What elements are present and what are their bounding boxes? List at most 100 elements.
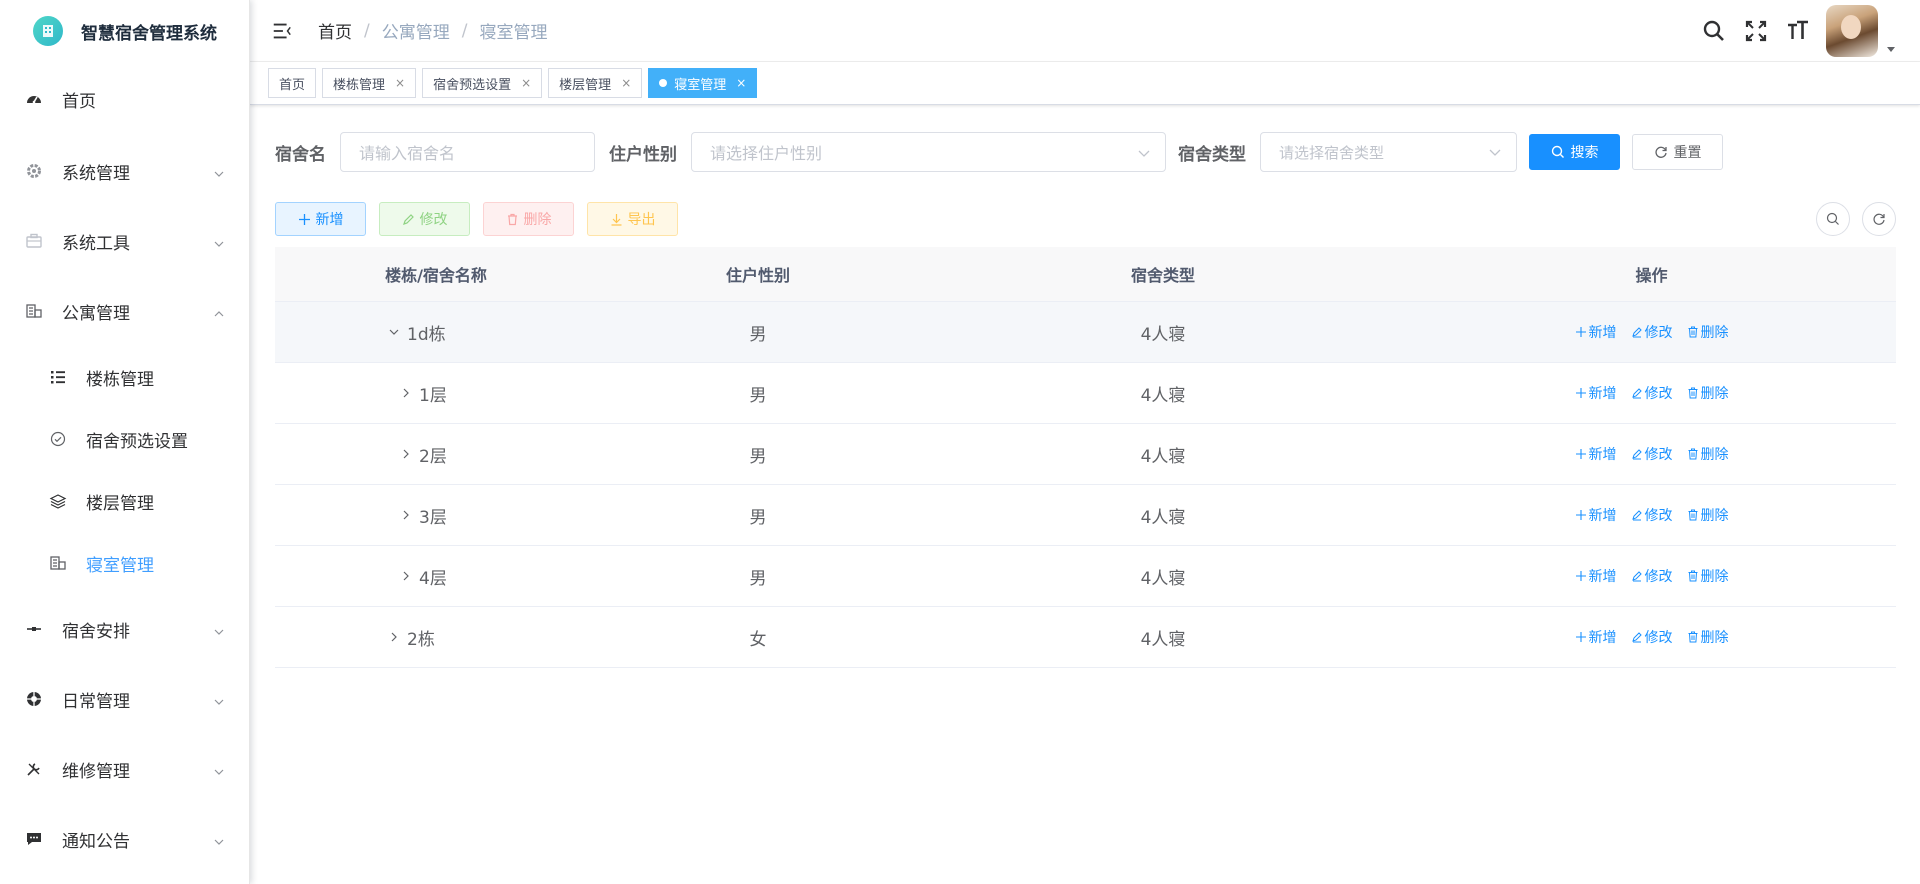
delete-row-button[interactable]: 删除 <box>1687 322 1729 342</box>
chevron-right-icon[interactable] <box>399 447 413 461</box>
edit-row-button[interactable]: 修改 <box>1631 444 1673 464</box>
cell-gender: 男 <box>749 568 767 589</box>
sidebar-item-arrangement[interactable]: 宿舍安排 <box>0 594 249 664</box>
delete-button[interactable]: 删除 <box>483 202 574 236</box>
sidebar-item-daily[interactable]: 日常管理 <box>0 664 249 734</box>
sidebar-item-system[interactable]: 系统管理 <box>0 136 249 206</box>
sidebar-item-floor-management[interactable]: 楼层管理 <box>0 470 249 532</box>
cell-type: 4人寝 <box>1140 385 1186 406</box>
trash-icon <box>1687 631 1701 643</box>
room-name: 2栋 <box>407 629 435 650</box>
sidebar-item-repair[interactable]: 维修管理 <box>0 734 249 804</box>
chevron-right-icon[interactable] <box>387 630 401 644</box>
chevron-right-icon[interactable] <box>399 386 413 400</box>
sidebar-item-building-management[interactable]: 楼栋管理 <box>0 346 249 408</box>
table-row[interactable]: 3层 男 4人寝 新增 修改 删除 <box>275 485 1896 546</box>
row-op-label: 修改 <box>1644 447 1673 463</box>
add-row-button[interactable]: 新增 <box>1575 383 1617 403</box>
sidebar-item-label: 通知公告 <box>62 831 130 852</box>
gear-icon <box>24 161 44 181</box>
close-icon[interactable]: × <box>736 76 746 90</box>
add-row-button[interactable]: 新增 <box>1575 505 1617 525</box>
chevron-right-icon[interactable] <box>399 569 413 583</box>
delete-row-button[interactable]: 删除 <box>1687 627 1729 647</box>
edit-row-button[interactable]: 修改 <box>1631 505 1673 525</box>
room-name-label: 宿舍名 <box>275 144 326 165</box>
close-icon[interactable]: × <box>521 76 531 90</box>
search-icon[interactable] <box>1700 17 1728 45</box>
cell-type: 4人寝 <box>1140 324 1186 345</box>
tag-floor-management[interactable]: 楼层管理 × <box>548 68 643 98</box>
delete-row-button[interactable]: 删除 <box>1687 566 1729 586</box>
fullscreen-icon[interactable] <box>1742 17 1770 45</box>
add-row-button[interactable]: 新增 <box>1575 322 1617 342</box>
table-row[interactable]: 1d栋 男 4人寝 新增 修改 删除 <box>275 302 1896 363</box>
table-row[interactable]: 2栋 女 4人寝 新增 修改 删除 <box>275 607 1896 668</box>
export-button-label: 导出 <box>627 212 656 228</box>
sidebar-item-home[interactable]: 首页 <box>0 62 249 136</box>
chevron-right-icon[interactable] <box>399 508 413 522</box>
sidebar-menu-bottom: 宿舍安排 日常管理 维修管理 通知公告 <box>0 594 249 874</box>
table-row[interactable]: 2层 男 4人寝 新增 修改 删除 <box>275 424 1896 485</box>
sidebar-item-label: 楼栋管理 <box>86 369 154 390</box>
caret-down-icon[interactable] <box>1886 39 1896 52</box>
refresh-button[interactable] <box>1862 202 1896 236</box>
trash-icon <box>1687 570 1701 582</box>
tag-home[interactable]: 首页 <box>268 68 317 98</box>
reset-button[interactable]: 重置 <box>1632 134 1723 170</box>
table-row[interactable]: 1层 男 4人寝 新增 修改 删除 <box>275 363 1896 424</box>
breadcrumb-item-apartment[interactable]: 公寓管理 <box>382 18 450 43</box>
table-row[interactable]: 4层 男 4人寝 新增 修改 删除 <box>275 546 1896 607</box>
tag-preselect-settings[interactable]: 宿舍预选设置 × <box>422 68 543 98</box>
add-button[interactable]: 新增 <box>275 202 366 236</box>
edit-button[interactable]: 修改 <box>379 202 470 236</box>
search-button[interactable]: 搜索 <box>1529 134 1620 170</box>
sidebar-item-apartment[interactable]: 公寓管理 <box>0 276 249 346</box>
sidebar-item-label: 维修管理 <box>62 761 130 782</box>
font-size-icon[interactable] <box>1784 17 1812 45</box>
reset-button-label: 重置 <box>1673 145 1702 161</box>
close-icon[interactable]: × <box>395 76 405 90</box>
tag-label: 首页 <box>279 77 306 93</box>
hamburger-icon[interactable] <box>270 19 294 43</box>
delete-row-button[interactable]: 删除 <box>1687 383 1729 403</box>
row-op-label: 修改 <box>1644 386 1673 402</box>
chevron-down-icon[interactable] <box>387 325 401 339</box>
gender-select[interactable]: 请选择住户性别 <box>691 132 1166 172</box>
room-name: 4层 <box>419 568 447 589</box>
cell-actions: 新增 修改 删除 <box>1407 322 1896 342</box>
app-logo[interactable]: 智慧宿舍管理系统 <box>0 0 249 62</box>
cell-type: 4人寝 <box>1140 507 1186 528</box>
trash-icon <box>1687 387 1701 399</box>
add-row-button[interactable]: 新增 <box>1575 627 1617 647</box>
row-op-label: 新增 <box>1588 325 1617 341</box>
message-icon <box>24 829 44 849</box>
edit-row-button[interactable]: 修改 <box>1631 566 1673 586</box>
edit-row-button[interactable]: 修改 <box>1631 322 1673 342</box>
sidebar-item-room-management[interactable]: 寝室管理 <box>0 532 249 594</box>
gender-label: 住户性别 <box>609 144 677 165</box>
edit-row-button[interactable]: 修改 <box>1631 383 1673 403</box>
room-type-select[interactable]: 请选择宿舍类型 <box>1260 132 1517 172</box>
add-row-button[interactable]: 新增 <box>1575 444 1617 464</box>
export-button[interactable]: 导出 <box>587 202 678 236</box>
toggle-search-button[interactable] <box>1816 202 1850 236</box>
sidebar-item-tools[interactable]: 系统工具 <box>0 206 249 276</box>
delete-row-button[interactable]: 删除 <box>1687 505 1729 525</box>
close-icon[interactable]: × <box>621 76 631 90</box>
sidebar-item-label: 首页 <box>62 91 96 112</box>
toolbox-icon <box>24 231 44 251</box>
tag-room-management[interactable]: 寝室管理 × <box>648 68 758 98</box>
room-name-input[interactable]: 请输入宿舍名 <box>340 132 595 172</box>
sidebar-item-notice[interactable]: 通知公告 <box>0 804 249 874</box>
edit-row-button[interactable]: 修改 <box>1631 627 1673 647</box>
tag-building-management[interactable]: 楼栋管理 × <box>322 68 417 98</box>
room-name: 2层 <box>419 446 447 467</box>
avatar[interactable] <box>1826 5 1878 57</box>
room-name-placeholder: 请输入宿舍名 <box>359 144 456 163</box>
delete-row-button[interactable]: 删除 <box>1687 444 1729 464</box>
breadcrumb-item-home[interactable]: 首页 <box>318 18 352 43</box>
sidebar-item-preselect-settings[interactable]: 宿舍预选设置 <box>0 408 249 470</box>
add-row-button[interactable]: 新增 <box>1575 566 1617 586</box>
room-name: 3层 <box>419 507 447 528</box>
